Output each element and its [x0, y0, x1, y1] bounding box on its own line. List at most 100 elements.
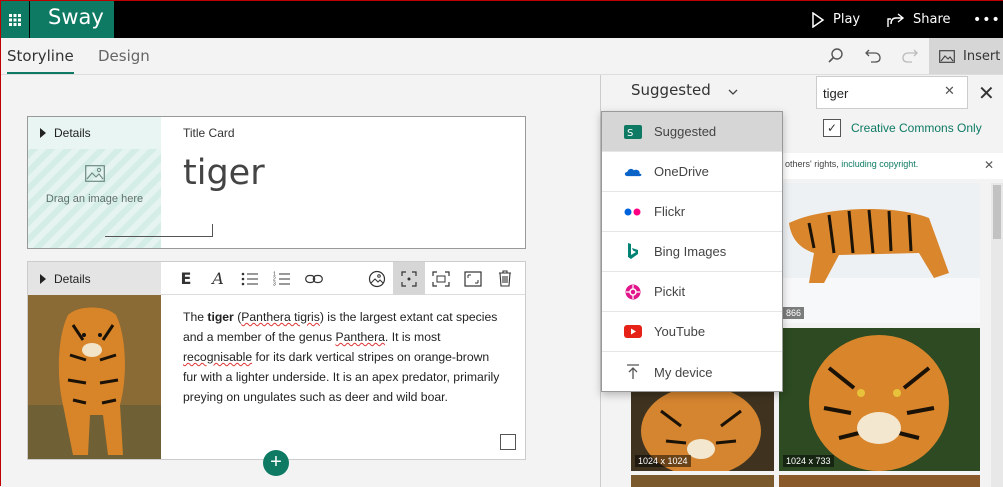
menu-item-label: OneDrive: [654, 164, 709, 179]
dismiss-notice-icon[interactable]: ✕: [984, 158, 994, 172]
image-drop-zone[interactable]: Details Drag an image here: [28, 117, 161, 248]
source-dropdown[interactable]: Suggested: [631, 81, 738, 99]
insert-label: Insert: [963, 48, 1001, 64]
app-launcher-icon[interactable]: [1, 1, 29, 38]
card-type-label: Title Card: [183, 126, 235, 140]
pickit-icon: [624, 284, 642, 300]
details-label: Details: [54, 126, 91, 140]
flickr-icon: [624, 204, 642, 220]
image-size-label: 1024 x 1024: [635, 455, 691, 467]
play-button[interactable]: Play: [811, 1, 860, 38]
cc-checkbox[interactable]: ✓: [823, 119, 841, 137]
cc-label: Creative Commons Only: [851, 121, 982, 135]
body-text-segment: . It is most: [384, 330, 441, 344]
search-result-image[interactable]: 1024 x 733: [779, 328, 980, 471]
card-body-text[interactable]: The tiger (Panthera tigris) is the large…: [183, 307, 503, 407]
title-text[interactable]: tiger: [183, 153, 265, 193]
search-result-image[interactable]: 1024 x 1024: [631, 391, 774, 471]
copyright-link[interactable]: including copyright.: [841, 159, 918, 169]
top-bar: Sway Play Share •••: [1, 1, 1003, 38]
body-text-segment: The: [183, 310, 208, 324]
tab-design[interactable]: Design: [98, 38, 150, 74]
menu-item-my-device[interactable]: My device: [602, 352, 782, 392]
clear-search-icon[interactable]: ✕: [944, 83, 955, 99]
menu-item-label: YouTube: [654, 324, 706, 339]
image-placeholder-icon: [85, 165, 105, 187]
details-label: Details: [54, 271, 91, 286]
resize-guide-tick: [212, 224, 213, 237]
app-brand[interactable]: Sway: [30, 1, 114, 38]
expand-triangle-icon: [40, 128, 46, 138]
image-size-label: 1024 x 733: [783, 455, 834, 467]
share-button[interactable]: Share: [887, 1, 951, 38]
source-dropdown-menu: S Suggested OneDrive Flickr Bing Images …: [601, 111, 783, 392]
genus-name: Panthera: [335, 330, 385, 344]
svg-text:3: 3: [273, 282, 276, 287]
youtube-icon: [624, 324, 642, 340]
link-icon[interactable]: [298, 262, 330, 295]
drag-image-hint: Drag an image here: [45, 193, 144, 205]
svg-text:S: S: [627, 128, 633, 139]
emphasis-button[interactable]: E: [170, 262, 202, 295]
redo-icon[interactable]: [898, 44, 922, 68]
menu-item-label: My device: [654, 364, 713, 380]
scrollbar-thumb[interactable]: [993, 185, 1001, 239]
resize-guide: [105, 236, 213, 237]
search-icon[interactable]: [824, 44, 848, 68]
select-checkbox[interactable]: [500, 434, 516, 450]
menu-item-onedrive[interactable]: OneDrive: [602, 152, 782, 192]
search-result-image[interactable]: [631, 475, 774, 487]
undo-icon[interactable]: [861, 44, 885, 68]
menu-item-pickit[interactable]: Pickit: [602, 272, 782, 312]
menu-item-label: Bing Images: [654, 244, 727, 259]
bing-icon: [624, 243, 642, 260]
chevron-down-icon: [728, 89, 737, 95]
menu-item-suggested[interactable]: S Suggested: [602, 112, 782, 152]
menu-item-label: Pickit: [654, 284, 686, 299]
close-panel-icon[interactable]: ✕: [978, 81, 995, 106]
accent-button[interactable]: A: [202, 262, 234, 295]
fill-image-icon[interactable]: [457, 262, 489, 295]
notice-text: others' rights,: [785, 159, 842, 169]
details-toggle[interactable]: Details: [28, 117, 161, 149]
menu-item-flickr[interactable]: Flickr: [602, 192, 782, 232]
fit-image-icon[interactable]: [425, 262, 457, 295]
crop-focus-icon[interactable]: [393, 262, 425, 295]
focus-points-icon[interactable]: [361, 262, 393, 295]
tab-storyline[interactable]: Storyline: [7, 38, 74, 74]
delete-icon[interactable]: [489, 262, 521, 295]
menu-item-label: Flickr: [654, 204, 686, 219]
bullet-list-icon[interactable]: [234, 262, 266, 295]
text-card[interactable]: Details E A 123 The tiger (Panthera tigr…: [27, 261, 526, 460]
insert-button[interactable]: Insert: [929, 38, 1003, 74]
add-card-button[interactable]: +: [263, 450, 289, 476]
expand-triangle-icon: [40, 273, 46, 284]
scientific-name: Panthera tigris: [241, 310, 320, 324]
title-card[interactable]: Details Drag an image here Title Card ti…: [27, 116, 526, 249]
creative-commons-filter[interactable]: ✓ Creative Commons Only: [823, 119, 982, 137]
numbered-list-icon[interactable]: 123: [266, 262, 298, 295]
menu-item-youtube[interactable]: YouTube: [602, 312, 782, 352]
suggested-icon: S: [624, 124, 642, 140]
insert-image-icon: [939, 49, 955, 63]
body-bold-term: tiger: [207, 310, 234, 324]
storyline-canvas: Details Drag an image here Title Card ti…: [1, 75, 601, 487]
source-dropdown-label: Suggested: [631, 81, 711, 99]
share-label: Share: [913, 12, 951, 27]
play-icon: [812, 11, 825, 28]
details-toggle[interactable]: Details: [28, 262, 161, 295]
ribbon-bar: Storyline Design: [1, 38, 1003, 75]
search-result-image[interactable]: 866: [779, 183, 980, 323]
spelling-flagged-word: recognisable: [183, 350, 253, 364]
text-format-toolbar: E A 123: [161, 262, 525, 295]
menu-item-bing-images[interactable]: Bing Images: [602, 232, 782, 272]
search-result-image[interactable]: [779, 475, 980, 487]
onedrive-icon: [624, 164, 642, 180]
upload-icon: [624, 364, 642, 380]
more-options-button[interactable]: •••: [973, 1, 1001, 38]
play-label: Play: [833, 12, 861, 27]
tiger-photo[interactable]: [28, 295, 161, 459]
menu-item-label: Suggested: [654, 124, 717, 139]
share-icon: [887, 12, 905, 27]
image-size-label: 866: [783, 307, 805, 319]
